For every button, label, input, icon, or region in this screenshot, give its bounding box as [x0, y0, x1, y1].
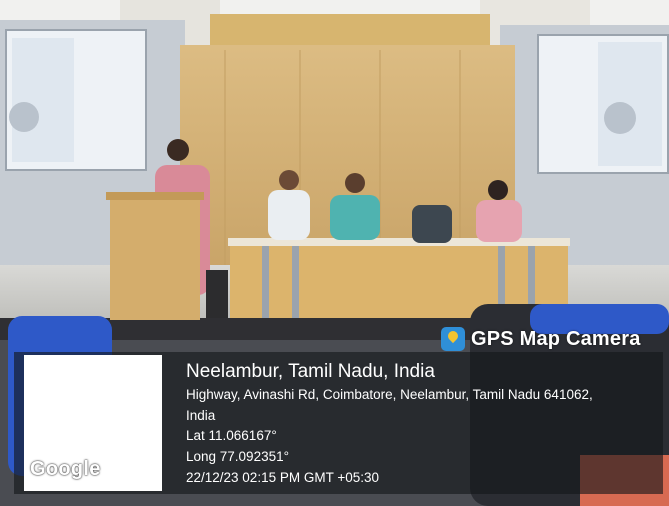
guest-3-head: [488, 180, 508, 200]
timestamp: 22/12/23 02:15 PM GMT +05:30: [186, 470, 380, 485]
gps-map-camera-badge: GPS Map Camera: [441, 325, 641, 353]
guest-2-head: [345, 173, 365, 193]
address-line-2: India: [186, 408, 216, 423]
map-pin-icon: [441, 327, 465, 351]
table-stripe: [262, 246, 269, 318]
badge-label: GPS Map Camera: [471, 327, 641, 350]
guest-1: [268, 190, 310, 240]
cpu-tower: [206, 270, 228, 318]
table-stripe: [292, 246, 299, 318]
empty-chair: [412, 205, 452, 243]
longitude: Long 77.092351°: [186, 449, 289, 464]
google-logo: Google: [30, 458, 101, 480]
guest-3: [476, 200, 522, 242]
speaker-head: [167, 139, 189, 161]
latitude: Lat 11.066167°: [186, 428, 277, 443]
location-title: Neelambur, Tamil Nadu, India: [186, 361, 435, 382]
left-screen-portrait: [9, 102, 39, 132]
address-line-1: Highway, Avinashi Rd, Coimbatore, Neelam…: [186, 387, 593, 402]
podium-top: [106, 192, 204, 200]
podium: [110, 195, 200, 320]
right-screen-portrait: [604, 102, 636, 134]
guest-2: [330, 195, 380, 240]
right-screen-slide: [598, 42, 662, 166]
guest-1-head: [279, 170, 299, 190]
left-screen-slide: [12, 38, 74, 162]
ceiling-wood-band: [210, 14, 490, 49]
